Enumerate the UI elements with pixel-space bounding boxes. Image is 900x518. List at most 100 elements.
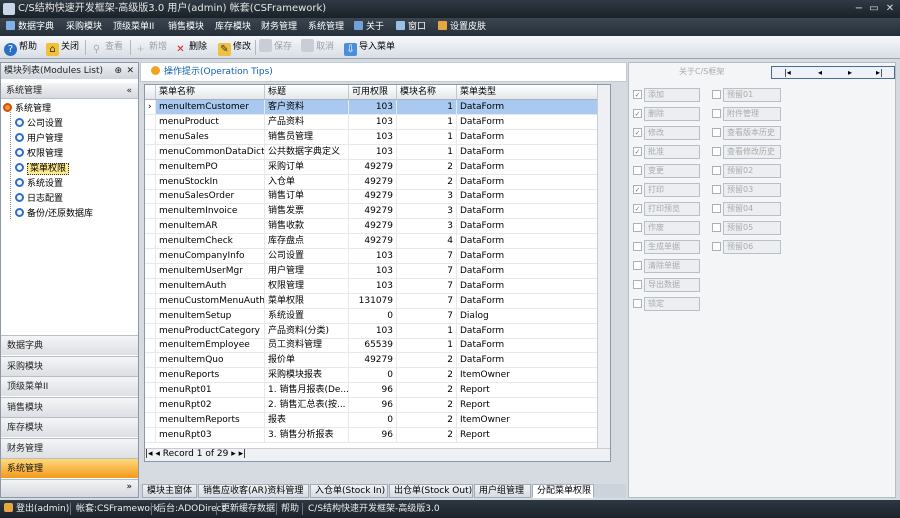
first-record-icon[interactable]: |◂ ◂ <box>145 449 163 459</box>
table-row[interactable]: menuItemAuth 权限管理 103 7 DataForm <box>145 278 598 294</box>
table-row[interactable]: menuItemInvoice 销售发票 49279 3 DataForm <box>145 204 598 220</box>
document-tab[interactable]: 模块主窗体 <box>142 484 197 498</box>
menu-finance[interactable]: 财务管理 <box>261 18 297 36</box>
table-row[interactable]: menuRpt02 2. 销售汇总表(按... 96 2 Report <box>145 398 598 413</box>
nav-group-button[interactable]: 顶级菜单II <box>1 376 138 396</box>
next-page-icon[interactable]: ▸ <box>848 67 852 78</box>
col-header-module[interactable]: 模块名称 <box>397 85 457 100</box>
table-row[interactable]: menuItemReports 报表 0 2 ItemOwner <box>145 412 598 428</box>
permission-option-button[interactable]: 附件管理 <box>723 107 781 121</box>
help-status-button[interactable]: 帮助 <box>281 500 299 518</box>
permission-option-button[interactable]: 预留05 <box>723 221 781 235</box>
tree-item[interactable]: 权限管理 <box>15 147 152 162</box>
table-row[interactable]: › menuItemCustomer 客户资料 103 1 DataForm <box>145 100 598 115</box>
table-row[interactable]: menuProductCategory 产品资料(分类) 103 1 DataForm <box>145 323 598 339</box>
table-row[interactable]: menuItemEmployee 员工资料管理 65539 1 DataForm <box>145 338 598 354</box>
permission-checkbox[interactable] <box>712 223 721 232</box>
next-record-icon[interactable]: ▸ ▸| <box>228 449 246 459</box>
first-page-icon[interactable]: |◂ <box>784 67 791 78</box>
permission-option-button[interactable]: 预留04 <box>723 202 781 216</box>
col-header-menu-name[interactable]: 菜单名称 <box>156 85 265 100</box>
nav-group-button[interactable]: 系统管理 <box>1 458 138 478</box>
permission-checkbox[interactable]: ✓ <box>633 147 642 156</box>
tree-item[interactable]: 系统设置 <box>15 177 152 192</box>
permission-checkbox[interactable] <box>633 261 642 270</box>
permission-option-button[interactable]: 预留03 <box>723 183 781 197</box>
table-row[interactable]: menuSalesOrder 销售订单 49279 3 DataForm <box>145 189 598 205</box>
table-row[interactable]: menuProduct 产品资料 103 1 DataForm <box>145 114 598 130</box>
permission-checkbox[interactable]: ✓ <box>633 109 642 118</box>
permission-option-button[interactable]: 查看版本历史 <box>723 126 781 140</box>
permission-checkbox[interactable] <box>633 223 642 232</box>
pin-icon[interactable]: ⊕ <box>114 63 122 79</box>
tree-root-system[interactable]: 系统管理 <box>3 102 140 117</box>
permission-option-button[interactable]: 作废 <box>644 221 700 235</box>
permission-option-button[interactable]: 导出数据 <box>644 278 700 292</box>
permission-option-button[interactable]: 变更 <box>644 164 700 178</box>
update-cache-button[interactable]: 更新缓存数据 <box>221 500 275 518</box>
menu-about[interactable]: 关于 <box>354 18 384 36</box>
permission-checkbox[interactable] <box>712 147 721 156</box>
restore-icon[interactable]: ▭ <box>867 2 881 15</box>
permission-checkbox[interactable] <box>712 128 721 137</box>
nav-group-button[interactable]: 库存模块 <box>1 417 138 437</box>
permission-checkbox[interactable] <box>712 109 721 118</box>
minimize-icon[interactable]: − <box>852 2 866 15</box>
help-button[interactable]: ? 帮助 <box>4 39 37 56</box>
permission-checkbox[interactable] <box>712 204 721 213</box>
document-tab[interactable]: 销售应收客(AR)资料管理 <box>198 484 309 498</box>
document-tab[interactable]: 用户组管理 <box>474 484 531 498</box>
collapse-icon[interactable]: « <box>126 83 132 99</box>
nav-group-button[interactable]: 销售模块 <box>1 396 138 417</box>
menu-sales[interactable]: 销售模块 <box>168 18 204 36</box>
group-header-system[interactable]: 系统管理 « <box>1 83 138 99</box>
table-row[interactable]: menuItemCheck 库存盘点 49279 4 DataForm <box>145 234 598 250</box>
prev-page-icon[interactable]: ◂ <box>818 67 822 78</box>
permission-option-button[interactable]: 删除 <box>644 107 700 121</box>
table-row[interactable]: menuCommonDataDict 公共数据字典定义 103 1 DataForm <box>145 144 598 160</box>
permission-checkbox[interactable] <box>633 166 642 175</box>
view-button[interactable]: ⚲ 查看 <box>90 39 123 56</box>
permission-option-button[interactable]: 打印 <box>644 183 700 197</box>
document-tab[interactable]: 分配菜单权限 <box>532 484 594 498</box>
permission-option-button[interactable]: 生成单据 <box>644 240 700 254</box>
cancel-button[interactable]: 取消 <box>301 39 334 56</box>
delete-button[interactable]: ✕ 删除 <box>174 39 207 56</box>
permission-option-button[interactable]: 查看修改历史 <box>723 145 781 159</box>
permission-checkbox[interactable]: ✓ <box>633 204 642 213</box>
save-button[interactable]: 保存 <box>259 39 292 56</box>
tree-item[interactable]: 备份/还原数据库 <box>15 207 152 222</box>
nav-group-button[interactable]: 采购模块 <box>1 355 138 376</box>
permission-option-button[interactable]: 修改 <box>644 126 700 140</box>
table-row[interactable]: menuReports 采购模块报表 0 2 ItemOwner <box>145 368 598 384</box>
menu-purchasing[interactable]: 采购模块 <box>66 18 102 36</box>
tree-item[interactable]: 日志配置 <box>15 192 152 207</box>
permission-option-button[interactable]: 锁定 <box>644 297 700 311</box>
tree-item[interactable]: 公司设置 <box>15 117 152 132</box>
document-tab[interactable]: 入仓单(Stock In) <box>310 484 388 498</box>
table-row[interactable]: menuCustomMenuAuth 菜单权限 131079 7 DataForm <box>145 293 598 309</box>
table-row[interactable]: menuItemAR 销售收款 49279 3 DataForm <box>145 219 598 235</box>
menu-top-level-ii[interactable]: 顶级菜单II <box>113 18 154 36</box>
table-row[interactable]: menuSales 销售员管理 103 1 DataForm <box>145 129 598 145</box>
permission-checkbox[interactable] <box>712 185 721 194</box>
permission-option-button[interactable]: 预留06 <box>723 240 781 254</box>
permission-option-button[interactable]: 清除单据 <box>644 259 700 273</box>
document-tab[interactable]: 出仓单(Stock Out) <box>389 484 473 498</box>
add-button[interactable]: + 新增 <box>134 39 167 56</box>
permission-option-button[interactable]: 预留01 <box>723 88 781 102</box>
permission-checkbox[interactable] <box>633 280 642 289</box>
expand-icon[interactable]: » <box>126 482 132 492</box>
permission-checkbox[interactable] <box>712 242 721 251</box>
menu-data-dictionary[interactable]: 数据字典 <box>6 18 54 36</box>
permission-checkbox[interactable] <box>633 299 642 308</box>
table-row[interactable]: menuItemPO 采购订单 49279 2 DataForm <box>145 159 598 175</box>
nav-group-button[interactable]: 财务管理 <box>1 437 138 458</box>
table-row[interactable]: menuCompanyInfo 公司设置 103 7 DataForm <box>145 249 598 264</box>
permission-checkbox[interactable] <box>712 166 721 175</box>
permission-option-button[interactable]: 预留02 <box>723 164 781 178</box>
permission-option-button[interactable]: 添加 <box>644 88 700 102</box>
menu-window[interactable]: 窗口 <box>396 18 426 36</box>
permission-checkbox[interactable]: ✓ <box>633 128 642 137</box>
col-header-permissions[interactable]: 可用权限 <box>349 85 397 100</box>
